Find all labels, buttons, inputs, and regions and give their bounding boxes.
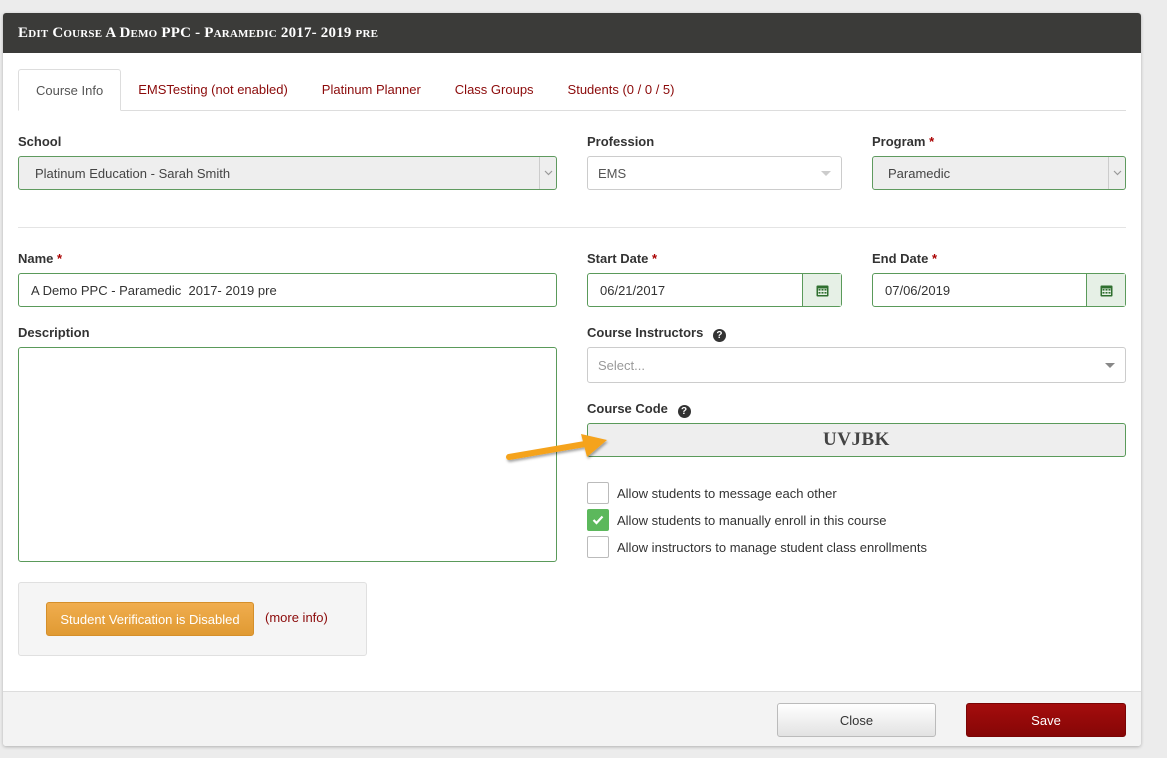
name-label: Name * [18,251,62,266]
instructors-select[interactable]: Select... [587,347,1126,383]
close-button[interactable]: Close [777,703,936,737]
description-textarea[interactable] [18,347,557,562]
option-instructors-manage[interactable]: Allow instructors to manage student clas… [587,536,927,558]
calendar-icon[interactable] [802,274,841,306]
student-verification-button[interactable]: Student Verification is Disabled [46,602,254,636]
option-manual-enroll[interactable]: Allow students to manually enroll in thi… [587,509,887,531]
start-date-label: Start Date * [587,251,657,266]
name-label-text: Name [18,251,54,266]
course-code-label: Course Code ? [587,401,691,418]
program-label-text: Program [872,134,926,149]
profession-select[interactable]: EMS [587,156,842,190]
school-label: School [18,134,62,149]
option-message-each-other[interactable]: Allow students to message each other [587,482,837,504]
more-info-link[interactable]: (more info) [265,610,328,625]
required-mark: * [931,251,938,266]
caret-down-icon [821,171,831,176]
checkbox[interactable] [587,536,609,558]
course-code-value: UVJBK [587,423,1126,457]
question-circle-icon[interactable]: ? [712,329,726,342]
program-label: Program * [872,134,934,149]
program-select[interactable]: Paramedic [872,156,1126,190]
school-value: Platinum Education - Sarah Smith [35,165,231,181]
description-label: Description [18,325,90,340]
save-button[interactable]: Save [966,703,1126,737]
option-label: Allow instructors to manage student clas… [617,539,927,555]
start-date-value: 06/21/2017 [600,282,666,298]
edit-course-modal: Edit Course A Demo PPC - Paramedic 2017-… [3,13,1141,746]
profession-value: EMS [598,165,627,181]
tab-class-groups[interactable]: Class Groups [438,69,551,110]
checkbox[interactable] [587,509,609,531]
tab-course-info[interactable]: Course Info [18,69,122,111]
required-mark: * [652,251,658,266]
option-label: Allow students to manually enroll in thi… [617,512,887,528]
question-circle-icon[interactable]: ? [677,405,691,418]
modal-footer: Close Save [3,691,1141,746]
checkbox[interactable] [587,482,609,504]
tab-students[interactable]: Students (0 / 0 / 5) [551,69,692,110]
chevron-down-icon [1108,157,1125,189]
checkmark-icon [592,515,604,525]
end-date-input[interactable]: 07/06/2019 [872,273,1126,307]
verification-panel: Student Verification is Disabled (more i… [18,582,367,656]
chevron-down-icon [539,157,556,189]
arrow-annotation [506,434,607,460]
end-date-value: 07/06/2019 [885,282,951,298]
tab-emstesting[interactable]: EMSTesting (not enabled) [121,69,305,110]
school-select[interactable]: Platinum Education - Sarah Smith [18,156,557,190]
section-divider [18,227,1126,228]
program-value: Paramedic [888,165,951,181]
course-code-label-text: Course Code [587,401,668,416]
option-label: Allow students to message each other [617,485,837,501]
required-mark: * [57,251,63,266]
start-date-input[interactable]: 06/21/2017 [587,273,842,307]
profession-label: Profession [587,134,655,149]
instructors-label: Course Instructors ? [587,325,726,342]
tab-bar: Course Info EMSTesting (not enabled) Pla… [18,69,1126,111]
name-value: A Demo PPC - Paramedic 2017- 2019 pre [31,282,277,298]
required-mark: * [929,134,935,149]
instructors-placeholder: Select... [598,357,645,373]
end-date-label: End Date * [872,251,937,266]
calendar-icon[interactable] [1086,274,1125,306]
caret-down-icon [1105,363,1115,368]
instructors-label-text: Course Instructors [587,325,704,340]
name-input[interactable]: A Demo PPC - Paramedic 2017- 2019 pre [18,273,557,307]
modal-title: Edit Course A Demo PPC - Paramedic 2017-… [3,13,1141,53]
start-date-label-text: Start Date [587,251,649,266]
end-date-label-text: End Date [872,251,929,266]
tab-platinum-planner[interactable]: Platinum Planner [305,69,438,110]
